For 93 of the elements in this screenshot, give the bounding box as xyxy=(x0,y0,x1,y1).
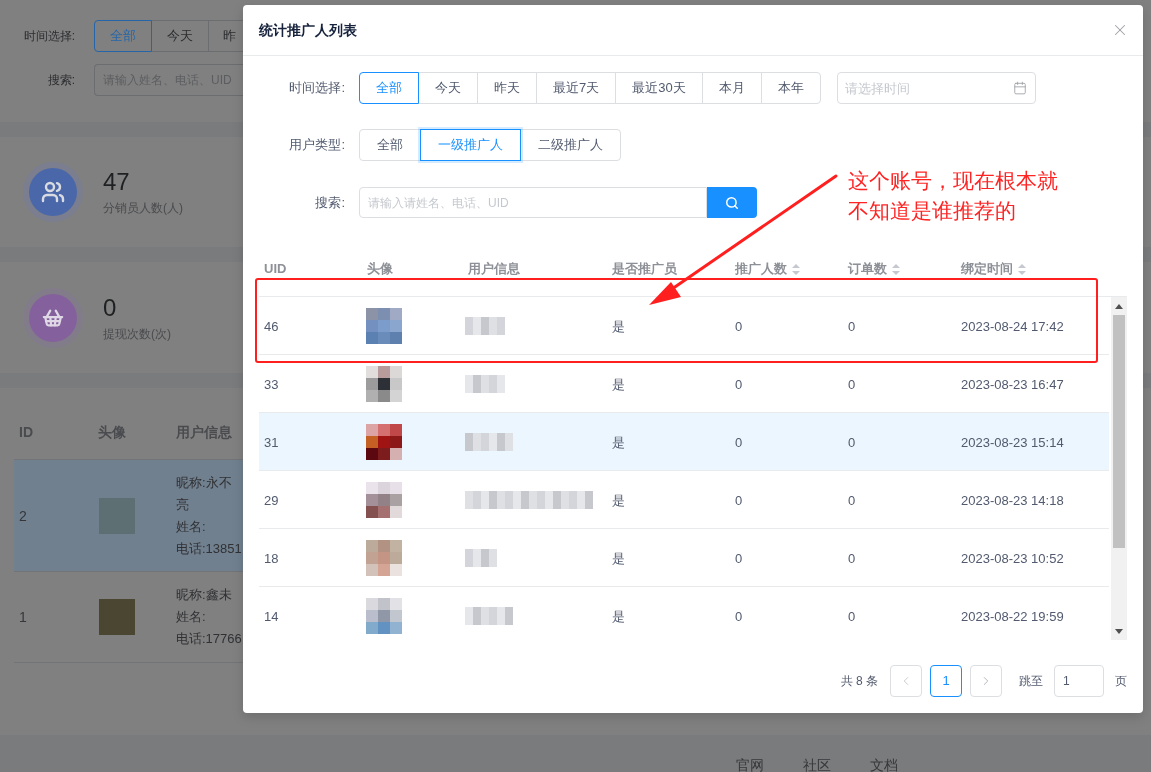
pixelated-text xyxy=(465,374,505,393)
pixelated-avatar xyxy=(366,307,402,344)
table-cell: 是 xyxy=(612,318,625,334)
table-cell-text: 电话:13851 xyxy=(176,539,242,558)
jump-label: 跳至 xyxy=(1019,673,1043,690)
scroll-up-icon[interactable] xyxy=(1115,304,1123,309)
scrollbar-thumb[interactable] xyxy=(1113,315,1125,548)
table-cell: 2023-08-24 17:42 xyxy=(961,318,1064,334)
table-cell: 0 xyxy=(848,608,856,624)
filter-tab[interactable]: 本年 xyxy=(760,72,821,104)
column-header: 用户信息 xyxy=(468,261,520,277)
column-header: UID xyxy=(264,261,287,277)
next-page-button[interactable] xyxy=(970,665,1002,697)
column-header: 订单数 xyxy=(848,261,887,277)
page-unit-label: 页 xyxy=(1115,673,1127,690)
table-cell: 2023-08-23 10:52 xyxy=(961,550,1064,566)
table-cell: 0 xyxy=(848,376,856,392)
table-cell: 2023-08-23 14:18 xyxy=(961,492,1064,508)
table-cell: 0 xyxy=(735,318,743,334)
table-cell: 0 xyxy=(735,550,743,566)
table-cell-text: 电话:17766 xyxy=(176,630,242,648)
table-cell: 是 xyxy=(612,608,625,624)
column-header: 头像 xyxy=(367,261,393,277)
pixelated-text xyxy=(465,432,513,451)
pixelated-avatar xyxy=(366,423,402,460)
table-cell: 2023-08-22 19:59 xyxy=(961,608,1064,624)
table-cell-text: 昵称:永不 xyxy=(176,473,233,492)
pixelated-avatar xyxy=(366,597,402,634)
search-label: 搜索: xyxy=(314,193,345,212)
pixelated-avatar xyxy=(366,481,402,518)
prev-page-button[interactable] xyxy=(890,665,922,697)
filter-label: 用户类型: xyxy=(288,136,345,155)
table-cell-text: 姓名: xyxy=(176,517,207,536)
column-header: 推广人数 xyxy=(735,261,787,277)
table-cell: 是 xyxy=(612,376,625,392)
table-cell-text: 昵称:鑫未 xyxy=(176,586,233,604)
sort-icon[interactable] xyxy=(792,263,800,275)
filter-tab[interactable]: 最近30天 xyxy=(615,72,703,104)
table-cell: 0 xyxy=(848,434,856,450)
dialog-title: 统计推广人列表 xyxy=(259,20,357,40)
table-cell: 46 xyxy=(264,318,279,334)
table-cell: 0 xyxy=(735,434,743,450)
search-button[interactable] xyxy=(707,187,757,218)
table-cell: 是 xyxy=(612,550,625,566)
filter-tab[interactable]: 二级推广人 xyxy=(520,129,621,161)
table-cell: 0 xyxy=(735,608,743,624)
stat-value: 0 xyxy=(103,293,118,322)
search-label: 搜索: xyxy=(46,72,75,89)
table-cell-text: 姓名: xyxy=(176,608,207,626)
table-cell: 14 xyxy=(264,608,279,624)
scrollbar[interactable] xyxy=(1111,297,1127,640)
filter-tab[interactable]: 今天 xyxy=(418,72,478,104)
pixelated-text xyxy=(465,316,505,335)
table-cell-text: 亮 xyxy=(176,495,190,514)
stat-value: 47 xyxy=(103,168,131,196)
photo-placeholder xyxy=(99,497,135,534)
filter-tab[interactable]: 最近7天 xyxy=(536,72,617,104)
filter-label: 时间选择: xyxy=(288,79,345,98)
column-header: 是否推广员 xyxy=(612,261,677,277)
sort-icon[interactable] xyxy=(1018,263,1026,275)
table-cell: 33 xyxy=(264,376,279,392)
table-cell: 31 xyxy=(264,434,279,450)
sort-icon[interactable] xyxy=(892,263,900,275)
table-cell: 2023-08-23 15:14 xyxy=(961,434,1064,450)
table-cell: 是 xyxy=(612,492,625,508)
total-count: 共 8 条 xyxy=(840,673,878,690)
filter-label: 时间选择: xyxy=(22,28,75,45)
time-filter-tab[interactable]: 今天 xyxy=(151,20,209,52)
table-cell: 18 xyxy=(264,550,279,566)
table-cell: 2 xyxy=(19,507,27,524)
search-icon xyxy=(725,195,739,210)
table-cell: 0 xyxy=(735,376,743,392)
column-header: 绑定时间 xyxy=(961,261,1013,277)
photo-placeholder xyxy=(99,599,135,635)
table-cell: 0 xyxy=(735,492,743,508)
pixelated-avatar xyxy=(366,539,402,576)
filter-tab[interactable]: 昨天 xyxy=(477,72,537,104)
table-cell: 2023-08-23 16:47 xyxy=(961,376,1064,392)
pixelated-text xyxy=(465,548,497,567)
scroll-down-icon[interactable] xyxy=(1115,629,1123,634)
table-cell: 是 xyxy=(612,434,625,450)
table-cell: 0 xyxy=(848,492,856,508)
table-cell: 0 xyxy=(848,318,856,334)
calendar-icon xyxy=(1012,81,1027,95)
table-cell: 29 xyxy=(264,492,279,508)
pixelated-text xyxy=(465,606,513,625)
table-cell: 1 xyxy=(19,609,27,625)
filter-tab[interactable]: 全部 xyxy=(359,129,421,161)
page-jump-field[interactable]: 1 xyxy=(1054,665,1104,697)
annotation-text: 这个账号，现在根本就不知道是谁推荐的 xyxy=(848,168,1059,224)
table-cell: 0 xyxy=(848,550,856,566)
pixelated-avatar xyxy=(366,365,402,402)
filter-tab[interactable]: 本月 xyxy=(701,72,762,104)
